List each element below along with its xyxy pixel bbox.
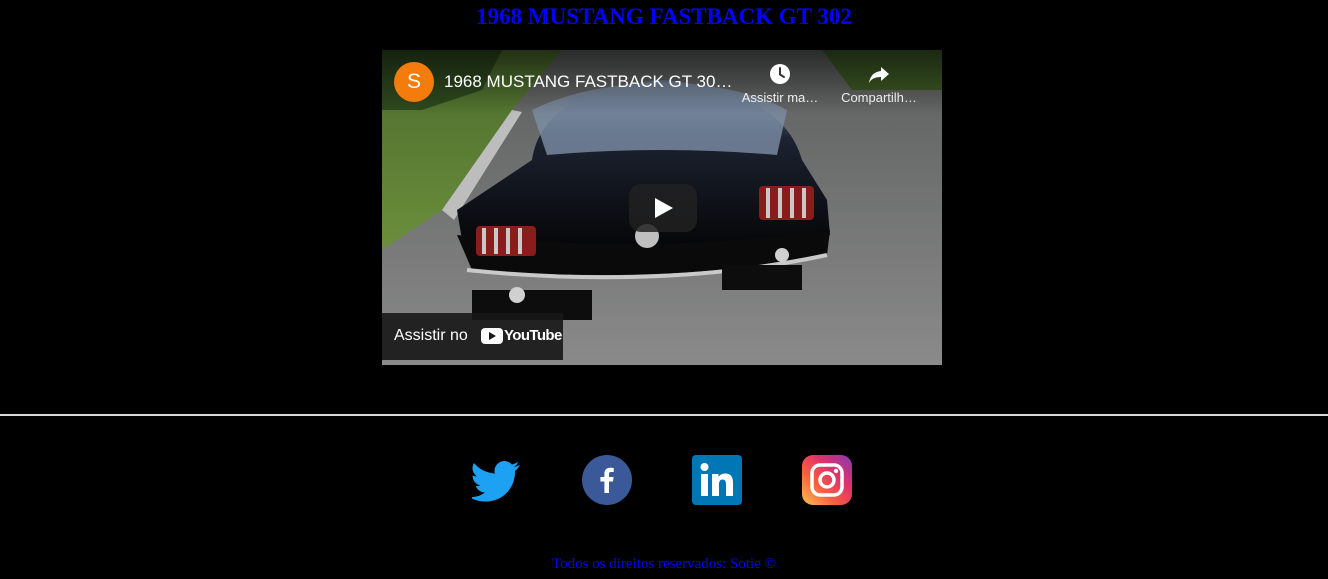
play-button[interactable]	[629, 184, 697, 232]
share-icon	[869, 67, 889, 83]
youtube-wordmark: YouTube	[504, 327, 562, 344]
instagram-icon	[802, 455, 852, 505]
play-icon	[655, 198, 673, 218]
clock-icon	[770, 64, 790, 84]
twitter-icon	[469, 461, 520, 502]
watch-later-label: Assistir ma…	[741, 90, 819, 105]
youtube-logo-icon	[481, 328, 503, 344]
facebook-icon	[582, 455, 632, 505]
watch-on-youtube-button[interactable]: Assistir no YouTube	[382, 313, 563, 360]
share-button[interactable]: Compartilh…	[837, 62, 921, 105]
twitter-link[interactable]	[469, 455, 522, 505]
channel-avatar[interactable]: S	[394, 62, 434, 102]
video-title-link[interactable]: 1968 MUSTANG FASTBACK GT 30…	[444, 72, 736, 92]
footer-divider	[0, 414, 1328, 416]
linkedin-icon	[692, 455, 742, 505]
watch-on-label: Assistir no	[394, 327, 468, 344]
watch-later-button[interactable]: Assistir ma…	[738, 62, 822, 105]
page-title: 1968 MUSTANG FASTBACK GT 302	[476, 4, 852, 29]
footer-copyright: Todos os direitos reservados: Sotie ©	[551, 556, 777, 572]
facebook-link[interactable]	[582, 455, 632, 505]
youtube-video-embed[interactable]: S 1968 MUSTANG FASTBACK GT 30… Assistir …	[382, 50, 942, 365]
instagram-link[interactable]	[802, 455, 852, 505]
share-label: Compartilh…	[841, 90, 917, 105]
linkedin-link[interactable]	[692, 455, 742, 505]
